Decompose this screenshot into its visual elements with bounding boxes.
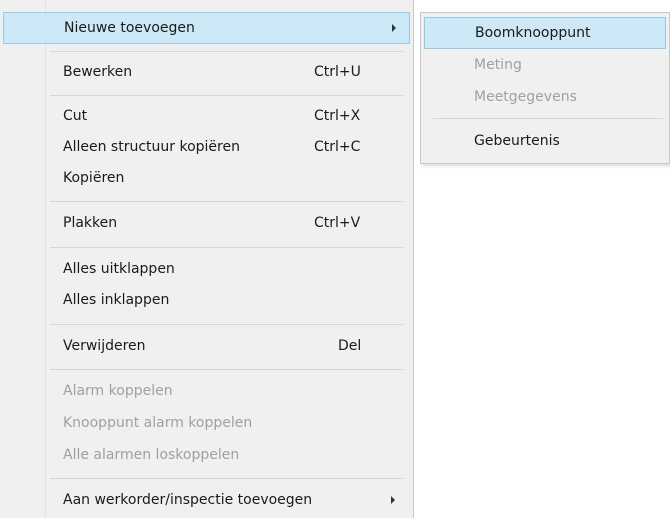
menu-item-bewerken[interactable]: Bewerken Ctrl+U [3,56,410,88]
menu-item-label: Alles inklappen [63,292,170,308]
submenu-separator [433,118,663,119]
menu-item-label: Alarm koppelen [63,383,173,399]
menu-item-shortcut: Ctrl+V [314,215,361,231]
menu-item-kopieren[interactable]: Kopiëren [3,162,410,194]
menu-item-shortcut: Ctrl+U [314,64,361,80]
submenu-arrow-icon [391,496,395,504]
menu-item-shortcut: Ctrl+X [314,108,361,124]
submenu-item-label: Meting [474,57,522,73]
submenu-item-label: Gebeurtenis [474,133,560,149]
submenu-item-label: Meetgegevens [474,89,577,105]
submenu-item-boomknooppunt[interactable]: Boomknooppunt [424,17,666,49]
menu-separator [50,369,403,370]
submenu-item-meetgegevens: Meetgegevens [424,81,666,113]
menu-item-label: Alles uitklappen [63,261,175,277]
menu-separator [50,51,403,52]
menu-item-shortcut: Del [338,338,362,354]
submenu-item-label: Boomknooppunt [475,25,591,41]
menu-item-label: Aan werkorder/inspectie toevoegen [63,492,313,508]
menu-item-knooppunt-alarm-koppelen: Knooppunt alarm koppelen [3,407,410,439]
submenu-nieuwe-toevoegen: Boomknooppunt Meting Meetgegevens Gebeur… [420,12,670,164]
menu-item-label: Knooppunt alarm koppelen [63,415,253,431]
menu-item-nieuwe-toevoegen[interactable]: Nieuwe toevoegen [3,12,410,44]
menu-item-label: Cut [63,108,88,124]
menu-item-label: Nieuwe toevoegen [64,20,195,36]
menu-separator [50,95,403,96]
submenu-item-gebeurtenis[interactable]: Gebeurtenis [424,125,666,157]
menu-item-verwijderen[interactable]: Verwijderen Del [3,330,410,362]
submenu-item-meting: Meting [424,49,666,81]
menu-separator [50,201,403,202]
menu-separator [50,324,403,325]
menu-item-cut[interactable]: Cut Ctrl+X [3,100,410,132]
menu-item-label: Alleen structuur kopiëren [63,139,240,155]
menu-item-alle-alarmen-loskoppelen: Alle alarmen loskoppelen [3,439,410,471]
menu-item-aan-werkorder-toevoegen[interactable]: Aan werkorder/inspectie toevoegen [3,484,410,516]
menu-item-shortcut: Ctrl+C [314,139,361,155]
menu-separator [50,247,403,248]
menu-item-label: Bewerken [63,64,133,80]
menu-item-alleen-structuur-kopieren[interactable]: Alleen structuur kopiëren Ctrl+C [3,131,410,163]
menu-item-plakken[interactable]: Plakken Ctrl+V [3,207,410,239]
menu-item-alles-inklappen[interactable]: Alles inklappen [3,284,410,316]
menu-item-label: Kopiëren [63,170,125,186]
menu-item-alarm-koppelen: Alarm koppelen [3,375,410,407]
menu-item-label: Verwijderen [63,338,146,354]
menu-item-label: Alle alarmen loskoppelen [63,447,240,463]
menu-item-alles-uitklappen[interactable]: Alles uitklappen [3,253,410,285]
context-menu: Nieuwe toevoegen Bewerken Ctrl+U Cut Ctr… [0,0,414,518]
menu-item-label: Plakken [63,215,118,231]
menu-separator [50,478,403,479]
submenu-arrow-icon [392,24,396,32]
